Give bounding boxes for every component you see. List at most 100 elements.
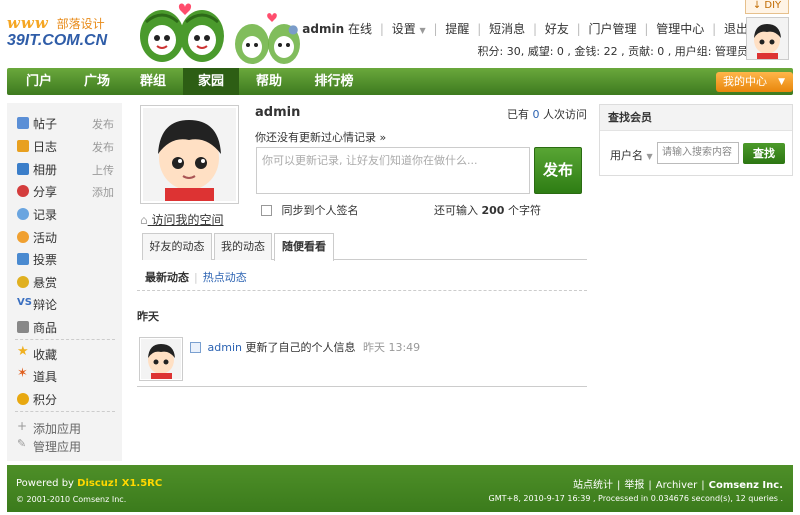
my-center-button[interactable]: 我的中心 ▼ <box>716 72 793 92</box>
divider <box>137 386 587 387</box>
sidebar-item-posts[interactable]: 帖子 发布 <box>7 113 122 133</box>
site-footer: Powered by Discuz! X1.5RC © 2001-2010 Co… <box>7 465 793 512</box>
doing-icon <box>17 208 29 220</box>
header-avatar[interactable] <box>746 17 789 60</box>
subtab-latest[interactable]: 最新动态 <box>145 271 189 284</box>
reward-icon <box>17 276 29 288</box>
sidebar-add-app[interactable]: + 添加应用 <box>7 418 122 438</box>
sidebar-item-debate[interactable]: VS 辩论 <box>7 294 122 314</box>
sidebar-item-magic[interactable]: ✶ 道具 <box>7 366 122 386</box>
topnav-admin-center[interactable]: 管理中心 <box>656 22 704 36</box>
logo-name: 部落设计 <box>56 17 105 31</box>
topnav-separator: | <box>644 22 649 36</box>
sync-checkbox[interactable] <box>261 205 272 216</box>
nav-group[interactable]: 群组 <box>131 68 175 95</box>
logo-www: www <box>7 14 49 32</box>
home-icon: ⌂ <box>140 213 148 227</box>
footer-link-archiver[interactable]: Archiver <box>656 480 698 491</box>
sidebar-item-album[interactable]: 相册 上传 <box>7 159 122 179</box>
feed-day-heading: 昨天 <box>137 310 159 323</box>
sidebar-item-action[interactable]: 上传 <box>92 162 114 178</box>
remain-count: 200 <box>481 204 505 217</box>
avatar-cartoon-icon <box>747 18 788 59</box>
footer-link-stats[interactable]: 站点统计 <box>573 480 613 491</box>
sidebar-item-label: 道具 <box>33 370 58 384</box>
topnav-settings[interactable]: 设置 ▼ <box>392 22 426 36</box>
sidebar-item-label: 活动 <box>33 231 58 245</box>
sidebar-item-action[interactable]: 发布 <box>92 139 114 155</box>
sidebar: 帖子 发布 日志 发布 相册 上传 分享 添加 记录 活动 投票 悬赏 VS 辩… <box>7 103 122 461</box>
divider <box>137 290 587 291</box>
footer-link-report[interactable]: 举报 <box>624 480 644 491</box>
nav-portal[interactable]: 门户 <box>17 68 61 95</box>
footer-link-comsenz[interactable]: Comsenz Inc. <box>709 480 783 491</box>
sidebar-divider <box>15 339 115 340</box>
sidebar-item-reward[interactable]: 悬赏 <box>7 272 122 292</box>
sidebar-item-label: 相册 <box>33 163 58 177</box>
site-logo[interactable]: www 部落设计 39IT.COM.CN <box>7 14 107 50</box>
sidebar-item-poll[interactable]: 投票 <box>7 249 122 269</box>
search-field-select[interactable]: 用户名 ▼ <box>610 147 653 163</box>
profile-avatar[interactable] <box>140 105 239 204</box>
sidebar-item-favorite[interactable]: ★ 收藏 <box>7 344 122 364</box>
footer-separator: | <box>648 480 652 491</box>
search-field-label: 用户名 <box>610 149 643 162</box>
nav-home[interactable]: 家园 <box>183 68 239 95</box>
member-search-input[interactable]: 请输入搜索内容 <box>657 142 739 164</box>
sync-signature-option[interactable]: 同步到个人签名 <box>261 202 359 218</box>
subtab-hot[interactable]: 热点动态 <box>203 271 247 284</box>
publish-button[interactable]: 发布 <box>534 147 582 194</box>
sidebar-item-label: 辩论 <box>33 298 58 312</box>
diy-arrow-icon: ↓ <box>752 0 762 11</box>
tab-browse[interactable]: 随便看看 <box>274 233 334 261</box>
chevron-down-icon: ▼ <box>778 77 785 87</box>
nav-help[interactable]: 帮助 <box>247 68 291 95</box>
topnav-username[interactable]: admin <box>302 22 344 36</box>
nav-ranklist[interactable]: 排行榜 <box>305 68 363 95</box>
mood-label[interactable]: 你还没有更新过心情记录 » <box>255 129 386 145</box>
feed-avatar[interactable] <box>139 337 183 381</box>
profile-username: admin <box>255 105 301 120</box>
diy-button[interactable]: ↓ DIY <box>745 0 789 14</box>
share-icon <box>17 185 29 197</box>
sidebar-item-doing[interactable]: 记录 <box>7 204 122 224</box>
topnav-portal-manage[interactable]: 门户管理 <box>589 22 637 36</box>
visit-my-space-link[interactable]: ⌂ 访问我的空间 <box>140 211 223 228</box>
site-header: www 部落设计 39IT.COM.CN ● admin 在线 | 设置 ▼ |… <box>0 0 800 68</box>
sidebar-item-goods[interactable]: 商品 <box>7 317 122 337</box>
topnav-logout[interactable]: 退出 <box>724 22 748 36</box>
powered-brand-link[interactable]: Discuz! X1.5RC <box>77 478 162 489</box>
member-search-title: 查找会员 <box>600 105 792 131</box>
powered-prefix: Powered by <box>16 478 78 489</box>
wrench-icon: ✎ <box>17 437 27 450</box>
copyright: © 2001-2010 Comsenz Inc. <box>16 495 127 504</box>
sidebar-item-action[interactable]: 添加 <box>92 184 114 200</box>
sidebar-item-credit[interactable]: 积分 <box>7 389 122 409</box>
sidebar-item-action[interactable]: 发布 <box>92 116 114 132</box>
topnav-separator: | <box>379 22 384 36</box>
sidebar-item-activity[interactable]: 活动 <box>7 227 122 247</box>
topnav-sms[interactable]: 短消息 <box>489 22 525 36</box>
sidebar-divider <box>15 411 115 412</box>
sidebar-item-blog[interactable]: 日志 发布 <box>7 136 122 156</box>
nav-plaza[interactable]: 广场 <box>75 68 119 95</box>
topnav-separator: | <box>576 22 581 36</box>
tab-friends-feed[interactable]: 好友的动态 <box>142 233 212 260</box>
topnav-separator: | <box>477 22 482 36</box>
feed-user-link[interactable]: admin <box>208 341 242 354</box>
sidebar-item-label: 记录 <box>33 208 58 222</box>
sidebar-item-share[interactable]: 分享 添加 <box>7 181 122 201</box>
tab-my-feed[interactable]: 我的动态 <box>214 233 272 260</box>
mood-textarea[interactable]: 你可以更新记录, 让好友们知道你在做什么... <box>256 147 530 194</box>
feed-item: admin 更新了自己的个人信息 昨天 13:49 <box>190 339 420 355</box>
topnav-friends[interactable]: 好友 <box>545 22 569 36</box>
visits-count[interactable]: 0 <box>533 108 540 121</box>
topnav-remind[interactable]: 提醒 <box>445 22 469 36</box>
member-search-button[interactable]: 查找 <box>743 143 785 164</box>
posts-icon <box>17 117 29 129</box>
char-remaining: 还可输入 200 个字符 <box>434 202 541 218</box>
sidebar-manage-app[interactable]: ✎ 管理应用 <box>7 436 122 456</box>
sidebar-item-label: 悬赏 <box>33 276 58 290</box>
visits-prefix: 已有 <box>507 108 529 121</box>
feed-subtabs: 最新动态 | 热点动态 <box>145 269 247 285</box>
